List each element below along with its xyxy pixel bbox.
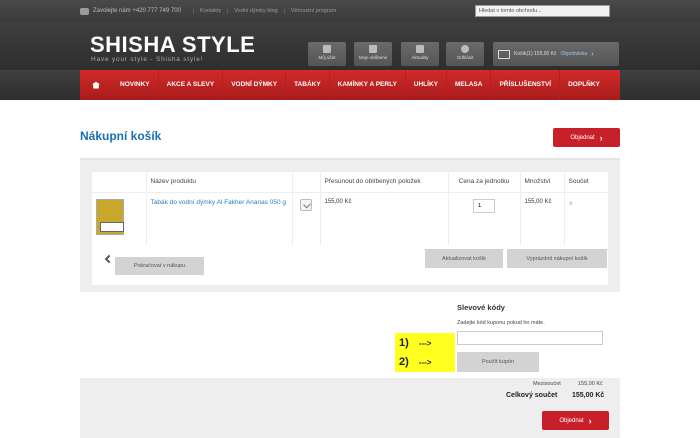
marker-1-number: 1) <box>399 337 409 349</box>
grand-total-value: 155,00 Kč <box>572 392 605 399</box>
nav-item-extras[interactable]: DOPLŇKY <box>560 70 608 100</box>
order-button-bottom[interactable]: Objednat › <box>542 411 609 430</box>
nav-item-hookahs[interactable]: VODNÍ DÝMKY <box>223 70 287 100</box>
phone-icon <box>80 7 89 15</box>
wish-cell <box>292 191 321 246</box>
col-product-name: Název produktu <box>146 172 293 192</box>
order-button-bottom-label: Objednat <box>559 417 584 424</box>
product-link[interactable]: Tabák do vodní dýmky Al Fakher Ananas 05… <box>151 199 287 206</box>
col-wish <box>292 172 321 192</box>
product-thumb-cell <box>92 191 147 246</box>
toplink-contacts[interactable]: Kontakty <box>192 8 227 14</box>
search-input[interactable]: Hledat v tomto obchodu... <box>475 5 610 17</box>
lock-icon <box>416 45 424 53</box>
nav-item-sales[interactable]: AKCE A SLEVY <box>159 70 224 100</box>
quantity-input[interactable] <box>473 198 495 213</box>
chevron-right-icon: › <box>599 132 603 143</box>
total-cell: 155,00 Kč <box>520 191 565 246</box>
product-name-cell: Tabák do vodní dýmky Al Fakher Ananas 05… <box>146 191 293 246</box>
annotation-marker-2: 2) ---> <box>395 352 455 372</box>
user-icon <box>323 45 331 53</box>
nav-item-stones[interactable]: KAMÍNKY A PERLY <box>330 70 406 100</box>
checkbox-icon <box>369 45 377 53</box>
nav-item-new[interactable]: NOVINKY <box>112 70 159 100</box>
apply-coupon-button[interactable]: Použít kupón <box>457 352 539 372</box>
cart-order-link[interactable]: Objednávka <box>561 51 588 57</box>
totals-panel <box>80 378 620 438</box>
logo[interactable]: SHISHA STYLE <box>90 32 255 58</box>
marker-2-number: 2) <box>399 356 409 368</box>
toplink-loyalty[interactable]: Věrnostní program <box>283 8 343 14</box>
order-button-top-label: Objednat <box>570 134 595 141</box>
marker-1-arrow: ---> <box>418 338 432 348</box>
nav-item-accessories[interactable]: PŘÍSLUŠENSTVÍ <box>491 70 561 100</box>
col-total: Součet <box>568 178 589 186</box>
unit-price: 155,00 Kč <box>324 198 352 205</box>
my-account-button[interactable]: Můj účet <box>308 42 346 66</box>
remove-cell: × <box>564 191 608 246</box>
table-row: Tabák do vodní dýmky Al Fakher Ananas 05… <box>92 191 608 246</box>
logout-button[interactable]: Odhlásit <box>446 42 484 66</box>
col-qty: Množství <box>520 172 565 192</box>
coupon-input[interactable] <box>457 331 603 345</box>
subtotal-value: 155,00 Kč <box>578 381 603 387</box>
main-nav: NOVINKY AKCE A SLEVY VODNÍ DÝMKY TABÁKY … <box>80 70 620 100</box>
qty-cell <box>448 191 521 246</box>
product-image[interactable] <box>96 198 124 235</box>
update-cart-button[interactable]: Aktualizovat košík <box>425 249 503 268</box>
news-label: Aktuality <box>411 55 429 60</box>
nav-item-molasses[interactable]: MELASA <box>447 70 492 100</box>
power-icon <box>461 45 469 53</box>
logout-label: Odhlásit <box>456 55 474 60</box>
annotation-marker-1: 1) ---> <box>395 333 455 353</box>
order-button-top[interactable]: Objednat › <box>553 128 620 147</box>
header-cart[interactable]: Košík(1) 155,00 Kč Objednávka › <box>493 42 619 66</box>
toplink-blog[interactable]: Vodní dýmky blog <box>227 8 283 14</box>
discount-subtitle: Zadejte kód kuponu pokud ho máte. <box>457 320 545 326</box>
nav-item-tobacco[interactable]: TABÁKY <box>286 70 330 100</box>
line-total: 155,00 Kč <box>524 198 552 205</box>
page-title: Nákupní košík <box>80 129 162 143</box>
phone-number: Zavolejte nám +420 777 749 700 <box>93 8 181 14</box>
my-account-label: Můj účet <box>318 55 336 60</box>
cart-icon <box>498 49 510 59</box>
chevron-right-icon: › <box>588 415 592 426</box>
nav-item-coals[interactable]: UHLÍKY <box>406 70 447 100</box>
cart-table: Název produktu Přesunout do oblíbených p… <box>92 172 608 246</box>
move-to-wishlist-icon[interactable] <box>300 198 312 211</box>
cart-summary: Košík(1) 155,00 Kč <box>514 51 557 57</box>
home-icon[interactable] <box>90 70 102 100</box>
grand-total-label: Celkový součet <box>506 392 558 399</box>
subtotal-label: Mezisoučet <box>533 381 561 387</box>
col-thumb <box>92 172 147 192</box>
site-header: SHISHA STYLE Have your style - Shisha st… <box>0 22 700 70</box>
unit-price-cell: 155,00 Kč <box>320 191 449 246</box>
news-button[interactable]: Aktuality <box>401 42 439 66</box>
cart-header-row: Název produktu Přesunout do oblíbených p… <box>92 172 608 192</box>
empty-cart-button[interactable]: Vyprázdnit nákupní košík <box>507 249 607 268</box>
wishlist-button[interactable]: Moje oblíbené <box>354 42 392 66</box>
top-bar: Zavolejte nám +420 777 749 700 Kontakty … <box>0 0 700 22</box>
col-unit-price: Cena za jednotku <box>448 172 521 192</box>
chevron-right-icon: › <box>591 50 594 58</box>
continue-shopping-button[interactable]: Pokračovat v nákupu <box>115 257 204 275</box>
discount-title: Slevové kódy <box>457 303 505 312</box>
remove-icon[interactable]: × <box>569 199 574 208</box>
tagline: Have your style - Shisha style! <box>91 56 204 63</box>
wishlist-label: Moje oblíbené <box>358 55 388 60</box>
marker-2-arrow: ---> <box>418 357 432 367</box>
col-move-to-wishlist: Přesunout do oblíbených položek <box>320 172 449 192</box>
